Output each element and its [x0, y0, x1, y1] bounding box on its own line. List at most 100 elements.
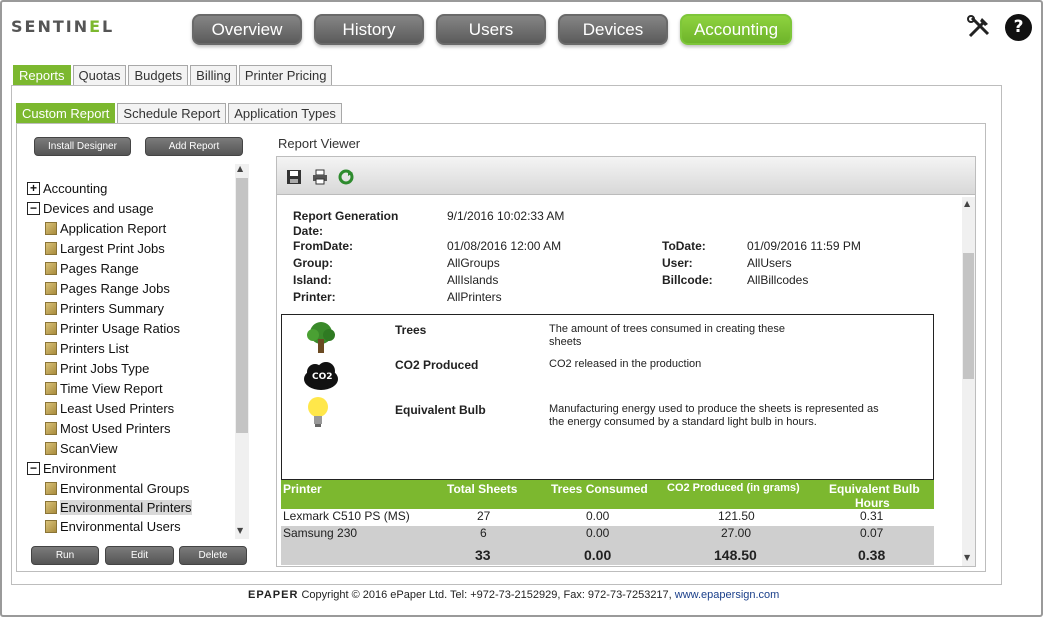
printer-label: Printer:: [293, 290, 336, 304]
generation-date-label-2: Date:: [293, 224, 324, 238]
print-icon[interactable]: [311, 169, 329, 187]
co2-description: CO2 released in the production: [549, 358, 702, 370]
tree-item-report[interactable]: Printer Usage Ratios: [27, 318, 180, 338]
report-tree: + Accounting − Devices and usage Applicati…: [27, 176, 233, 538]
cell-co2: 121.50: [718, 509, 755, 523]
report-icon: [45, 321, 57, 335]
cell-printer: Samsung 230: [283, 526, 358, 540]
table-row: Samsung 230 6 0.00 27.00 0.07: [281, 526, 934, 543]
report-viewer: Report Generation Date: 9/1/2016 10:02:3…: [276, 156, 976, 567]
island-label: Island:: [293, 273, 332, 287]
tree-item-report[interactable]: ScanView: [27, 438, 118, 458]
install-designer-button[interactable]: Install Designer: [34, 137, 131, 156]
report-icon: [45, 361, 57, 375]
generation-date-label: Report Generation: [293, 209, 399, 223]
report-icon: [45, 519, 57, 533]
expand-icon[interactable]: +: [27, 181, 40, 195]
co2-title: CO2 Produced: [395, 358, 479, 372]
run-button[interactable]: Run: [31, 546, 99, 565]
nav-users-button[interactable]: Users: [436, 14, 546, 45]
col-trees-consumed: Trees Consumed: [551, 482, 648, 496]
tree-node-devices-and-usage[interactable]: − Devices and usage: [27, 198, 154, 218]
tree-item-report[interactable]: Time View Report: [27, 378, 163, 398]
tree-item-report[interactable]: Application Report: [27, 218, 166, 238]
top-navigation: Overview History Users Devices Accountin…: [192, 14, 792, 45]
report-icon: [45, 421, 57, 435]
scroll-up-icon[interactable]: ▲: [237, 164, 243, 173]
scrollbar-thumb[interactable]: [236, 178, 248, 433]
tree-node-environment[interactable]: − Environment: [27, 458, 116, 478]
cell-total-sheets: 6: [480, 526, 487, 540]
tree-node-accounting[interactable]: + Accounting: [27, 178, 107, 198]
tab-billing[interactable]: Billing: [190, 65, 237, 86]
tab-custom-report[interactable]: Custom Report: [16, 103, 116, 124]
report-icon: [45, 281, 57, 295]
cell-trees: 0.00: [586, 509, 610, 523]
add-report-button[interactable]: Add Report: [145, 137, 243, 156]
report-scrollbar[interactable]: ▲ ▼: [962, 197, 975, 566]
tree-icon: [304, 321, 338, 355]
scroll-down-icon[interactable]: ▼: [237, 526, 243, 535]
help-icon[interactable]: ?: [1005, 14, 1032, 41]
tree-item-report[interactable]: Environmental Users: [27, 516, 181, 536]
user-label: User:: [662, 256, 693, 270]
tree-scrollbar[interactable]: ▲ ▼: [235, 164, 249, 539]
report-icon: [45, 381, 57, 395]
tab-schedule-report[interactable]: Schedule Report: [117, 103, 227, 124]
tree-item-report[interactable]: Pages Range Jobs: [27, 278, 170, 298]
group-value: AllGroups: [447, 256, 500, 270]
report-icon: [45, 481, 57, 495]
nav-devices-button[interactable]: Devices: [558, 14, 668, 45]
tree-item-report[interactable]: Pages Range: [27, 258, 139, 278]
table-total-row: 33 0.00 148.50 0.38: [281, 543, 934, 565]
tree-item-report[interactable]: Printers Summary: [27, 298, 164, 318]
nav-history-button[interactable]: History: [314, 14, 424, 45]
co2-cloud-icon: CO2: [302, 361, 340, 391]
cell-co2: 27.00: [721, 526, 752, 540]
tree-item-report[interactable]: Printers List: [27, 338, 129, 358]
nav-accounting-button[interactable]: Accounting: [680, 14, 792, 45]
tree-item-report[interactable]: Print Jobs Type: [27, 358, 149, 378]
delete-button[interactable]: Delete: [179, 546, 247, 565]
report-icon: [45, 241, 57, 255]
tab-application-types[interactable]: Application Types: [228, 103, 342, 124]
nav-overview-button[interactable]: Overview: [192, 14, 302, 45]
billcode-label: Billcode:: [662, 273, 713, 287]
tab-quotas[interactable]: Quotas: [72, 65, 127, 86]
refresh-icon[interactable]: [337, 169, 355, 187]
scrollbar-thumb[interactable]: [963, 253, 974, 379]
cell-bulb: 0.07: [860, 526, 884, 540]
bulb-description: Manufacturing energy used to produce the…: [549, 403, 879, 415]
col-equivalent-bulb-2: Hours: [855, 496, 890, 510]
collapse-icon[interactable]: −: [27, 461, 40, 475]
scroll-up-icon[interactable]: ▲: [964, 199, 970, 208]
tree-item-report[interactable]: Least Used Printers: [27, 398, 174, 418]
tools-icon[interactable]: [965, 14, 993, 42]
cell-printer: Lexmark C510 PS (MS): [283, 509, 410, 523]
report-icon: [45, 221, 57, 235]
tree-item-report[interactable]: Most Used Printers: [27, 418, 171, 438]
tab-reports[interactable]: Reports: [13, 65, 71, 86]
col-total-sheets: Total Sheets: [447, 482, 518, 496]
epaper-logo: EPAPER: [248, 589, 299, 601]
group-label: Group:: [293, 256, 333, 270]
tab-printer-pricing[interactable]: Printer Pricing: [238, 65, 333, 86]
tree-item-report[interactable]: Largest Print Jobs: [27, 238, 165, 258]
tree-item-selected[interactable]: Environmental Printers: [27, 497, 192, 517]
billcode-value: AllBillcodes: [747, 273, 809, 287]
trees-description: The amount of trees consumed in creating…: [549, 323, 786, 335]
report-icon: [45, 301, 57, 315]
tab-budgets[interactable]: Budgets: [128, 65, 189, 86]
edit-button[interactable]: Edit: [105, 546, 174, 565]
footer-link[interactable]: www.epapersign.com: [675, 589, 780, 601]
environment-table: Printer Total Sheets Trees Consumed CO2 …: [281, 480, 934, 565]
bulb-title: Equivalent Bulb: [395, 403, 486, 417]
tree-item-report[interactable]: Environmental Groups: [27, 478, 189, 498]
collapse-icon[interactable]: −: [27, 201, 40, 215]
scroll-down-icon[interactable]: ▼: [964, 553, 970, 562]
report-viewer-title: Report Viewer: [278, 136, 361, 151]
save-icon[interactable]: [285, 169, 303, 187]
environment-legend: Trees The amount of trees consumed in cr…: [281, 314, 934, 480]
cell-bulb: 0.31: [860, 509, 884, 523]
generation-date-value: 9/1/2016 10:02:33 AM: [447, 209, 565, 223]
